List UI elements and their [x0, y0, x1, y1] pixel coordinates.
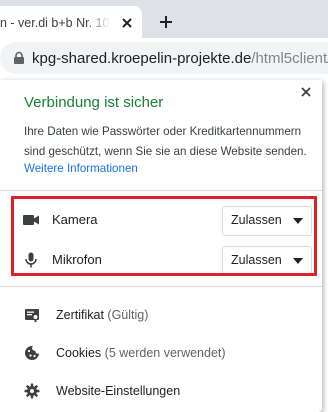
new-tab-icon[interactable] [158, 14, 174, 30]
site-settings-menu-item[interactable]: Website-Einstellungen [0, 372, 322, 410]
gear-icon [24, 383, 40, 399]
tab-title: n - ver.di b+b Nr. 10 [0, 16, 110, 30]
site-info-popup: Verbindung ist sicher Ihre Daten wie Pas… [0, 80, 322, 412]
certificate-menu-item[interactable]: Zertifikat (Gültig) [0, 296, 322, 334]
connection-secure-title: Verbindung ist sicher [24, 94, 164, 111]
lock-icon[interactable] [12, 51, 26, 65]
divider [0, 286, 322, 287]
certificate-icon [25, 309, 39, 323]
url-text: kpg-shared.kroepelin-projekte.de/html5cl… [32, 50, 328, 67]
address-bar[interactable]: kpg-shared.kroepelin-projekte.de/html5cl… [0, 42, 328, 74]
close-tab-icon[interactable] [118, 14, 136, 32]
url-host: kpg-shared.kroepelin-projekte.de [32, 50, 252, 67]
menu-label-main: Website-Einstellungen [56, 384, 181, 398]
menu-label-main: Cookies [56, 346, 102, 360]
cookie-icon [25, 346, 39, 360]
more-info-link[interactable]: Weitere Informationen [24, 162, 138, 175]
tab-strip: n - ver.di b+b Nr. 10 [0, 0, 328, 38]
divider [0, 190, 322, 191]
close-icon[interactable] [298, 84, 314, 100]
menu-label: Zertifikat (Gültig) [56, 308, 148, 322]
connection-description: Ihre Daten wie Passwörter oder Kreditkar… [24, 125, 307, 158]
highlight-frame [11, 196, 317, 276]
menu-label: Website-Einstellungen [56, 384, 180, 398]
url-path: /html5client/j [251, 50, 328, 67]
menu-label-main: Zertifikat [56, 308, 104, 322]
menu-label: Cookies (5 werden verwendet) [56, 346, 226, 360]
menu-label-sub: (Gültig) [107, 308, 149, 322]
browser-tab[interactable]: n - ver.di b+b Nr. 10 [0, 6, 142, 38]
cookies-menu-item[interactable]: Cookies (5 werden verwendet) [0, 334, 322, 372]
menu-label-sub: (5 werden verwendet) [104, 346, 226, 360]
browser-toolbar: kpg-shared.kroepelin-projekte.de/html5cl… [0, 38, 328, 78]
